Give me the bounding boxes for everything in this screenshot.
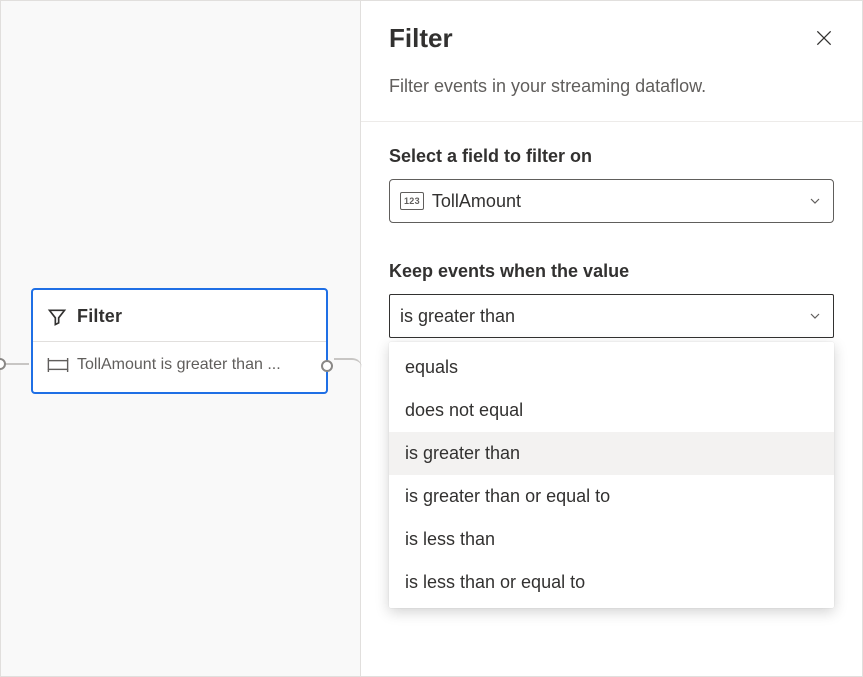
field-icon — [47, 358, 67, 372]
condition-option[interactable]: is less than or equal to — [389, 561, 834, 604]
edge-stub-out — [334, 358, 362, 368]
field-select[interactable]: 123 TollAmount — [389, 179, 834, 223]
field-select-value: TollAmount — [432, 191, 799, 212]
close-button[interactable] — [808, 23, 840, 55]
node-title: Filter — [77, 306, 122, 327]
close-icon — [814, 28, 834, 51]
condition-option[interactable]: is less than — [389, 518, 834, 561]
chevron-down-icon — [807, 308, 823, 324]
field-select-label: Select a field to filter on — [389, 146, 834, 167]
node-description: TollAmount is greater than ... — [77, 356, 281, 374]
chevron-down-icon — [807, 193, 823, 209]
dataflow-canvas[interactable]: Filter TollAmount is greater than ... — [1, 1, 361, 676]
properties-panel: Filter Filter events in your streaming d… — [361, 1, 862, 676]
condition-option[interactable]: equals — [389, 346, 834, 389]
condition-select-group: Keep events when the value is greater th… — [389, 261, 834, 338]
condition-option[interactable]: is greater than or equal to — [389, 475, 834, 518]
output-port[interactable] — [321, 360, 333, 372]
filter-node[interactable]: Filter TollAmount is greater than ... — [31, 288, 328, 394]
condition-select-value: is greater than — [400, 306, 799, 327]
condition-select[interactable]: is greater than — [389, 294, 834, 338]
type-badge-icon: 123 — [400, 192, 424, 210]
panel-subtitle: Filter events in your streaming dataflow… — [389, 76, 834, 97]
condition-option[interactable]: is greater than — [389, 432, 834, 475]
condition-select-label: Keep events when the value — [389, 261, 834, 282]
filter-icon — [47, 307, 67, 327]
condition-dropdown-list: equalsdoes not equalis greater thanis gr… — [389, 342, 834, 608]
field-select-group: Select a field to filter on 123 TollAmou… — [389, 146, 834, 223]
condition-option[interactable]: does not equal — [389, 389, 834, 432]
panel-title: Filter — [389, 23, 834, 54]
input-port[interactable] — [0, 358, 6, 370]
